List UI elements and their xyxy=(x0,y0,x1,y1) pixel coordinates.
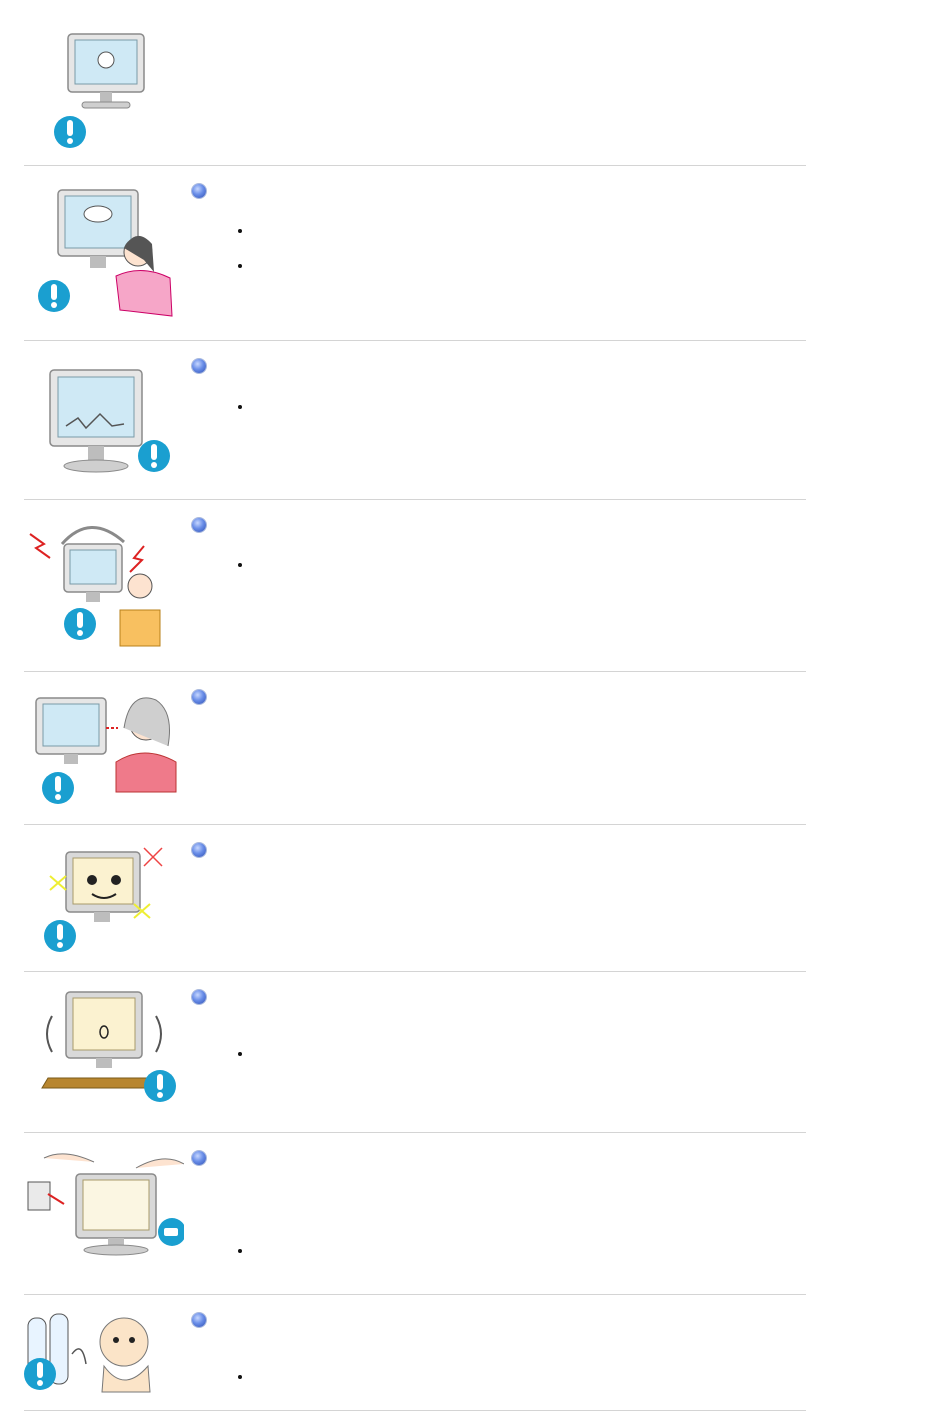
section-7 xyxy=(24,986,806,1126)
bullet-point xyxy=(238,1249,242,1253)
section-2 xyxy=(24,176,806,336)
monitor-shaking-table-illustration xyxy=(24,986,184,1116)
section-9 xyxy=(24,1310,806,1410)
warning-icon xyxy=(44,920,76,952)
section-bullet-icon xyxy=(192,843,206,857)
section-bullet-icon xyxy=(192,359,206,373)
divider xyxy=(24,971,806,972)
divider xyxy=(24,499,806,500)
bullet-point xyxy=(238,563,242,567)
warning-icon xyxy=(54,116,86,148)
section-bullet-icon xyxy=(192,690,206,704)
monitor-illustration-1 xyxy=(24,14,184,154)
warning-icon xyxy=(138,440,170,472)
warning-icon xyxy=(24,1358,56,1390)
unplug-monitor-illustration xyxy=(24,1148,184,1258)
monitor-viewing-distance-illustration xyxy=(24,688,184,818)
section-bullet-icon xyxy=(192,518,206,532)
bullet-point xyxy=(238,405,242,409)
batteries-and-baby-illustration xyxy=(24,1310,184,1400)
warning-icon xyxy=(144,1070,176,1102)
smiling-monitor-illustration xyxy=(24,840,184,965)
section-bullet-icon xyxy=(192,1151,206,1165)
unplug-icon xyxy=(158,1218,184,1246)
woman-cleaning-monitor-illustration xyxy=(24,176,184,326)
section-8 xyxy=(24,1148,806,1288)
section-bullet-icon xyxy=(192,990,206,1004)
bullet-point xyxy=(238,1052,242,1056)
bullet-point xyxy=(238,264,242,268)
section-4 xyxy=(24,514,806,664)
bullet-point xyxy=(238,1375,242,1379)
divider xyxy=(24,340,806,341)
section-3 xyxy=(24,354,806,494)
section-1 xyxy=(24,14,806,154)
divider xyxy=(24,1132,806,1133)
divider xyxy=(24,671,806,672)
warning-icon xyxy=(64,608,96,640)
monitor-noise-headphones-illustration xyxy=(24,514,184,664)
section-bullet-icon xyxy=(192,1313,206,1327)
warning-icon xyxy=(42,772,74,804)
warning-icon xyxy=(38,280,70,312)
section-bullet-icon xyxy=(192,184,206,198)
section-6 xyxy=(24,840,806,965)
divider xyxy=(24,165,806,166)
monitor-display-illustration xyxy=(24,354,184,494)
divider xyxy=(24,824,806,825)
bullet-point xyxy=(238,229,242,233)
divider xyxy=(24,1410,806,1411)
divider xyxy=(24,1294,806,1295)
section-5 xyxy=(24,688,806,818)
